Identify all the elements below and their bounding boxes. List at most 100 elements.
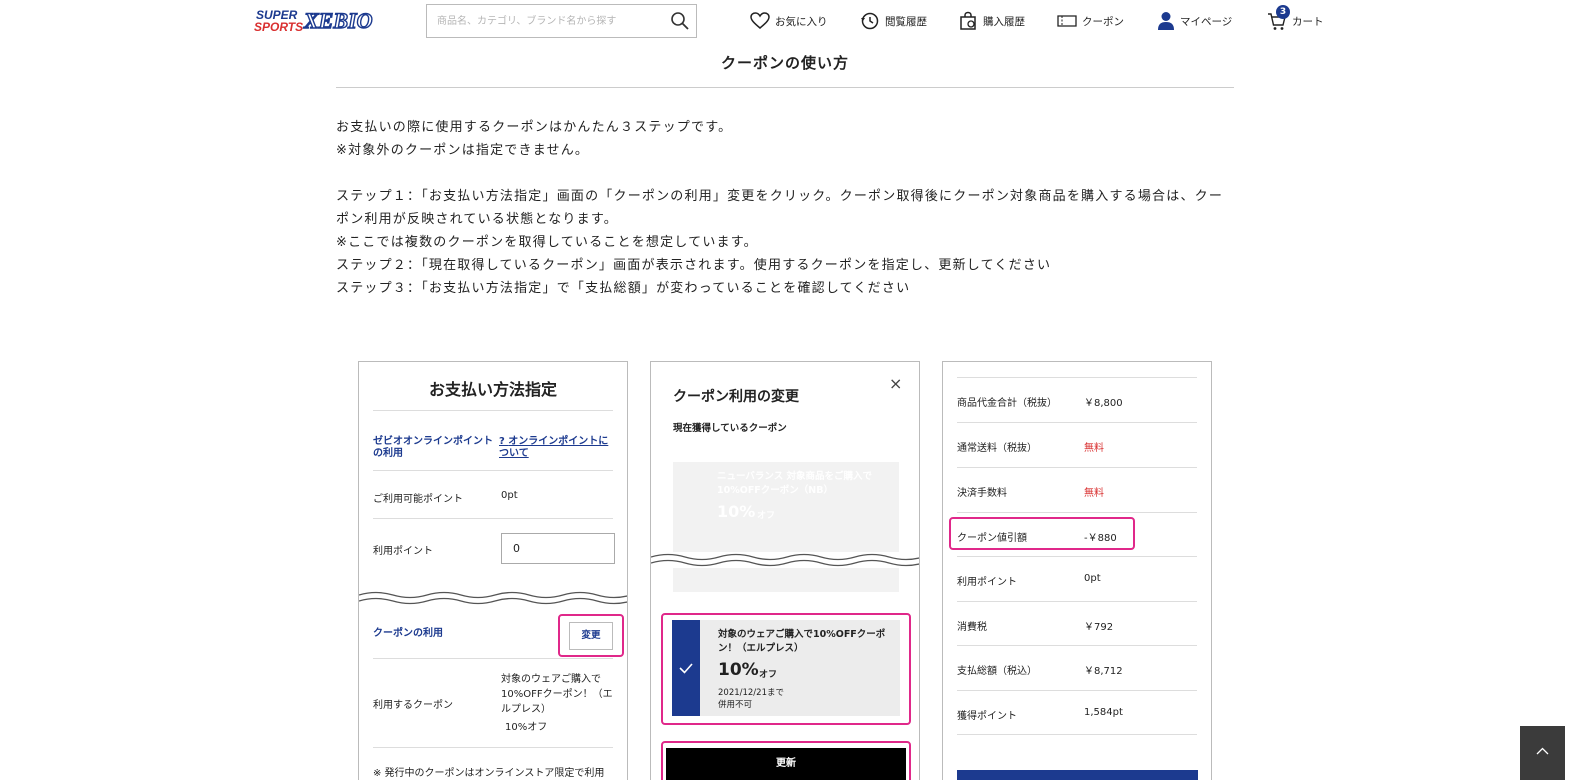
faded-coupon-title: ニューバランス 対象商品をご購入で10%OFFクーポン（NB） xyxy=(717,471,873,496)
summary-label: 通常送料（税抜） xyxy=(957,443,1037,454)
intro-line: ステップ３：「お支払い方法指定」で「支払総額」が変わっていることを確認してくださ… xyxy=(336,281,911,296)
summary-row: 商品代金合計（税抜） ￥8,800 xyxy=(957,377,1197,422)
p1-coupon-use-label: クーポンの利用 xyxy=(373,628,443,639)
summary-value: ￥792 xyxy=(1084,622,1114,633)
cart-count-badge: 3 xyxy=(1276,5,1290,19)
p2-subtitle: 現在獲得しているクーポン xyxy=(673,423,787,434)
summary-row: 通常送料（税抜） 無料 xyxy=(957,422,1197,467)
summary-value: 1,584pt xyxy=(1084,707,1123,718)
p1-coupon-value: 対象のウェアご購入で10%OFFクーポン！（エルプレス） xyxy=(501,674,613,715)
summary-row: 消費税 ￥792 xyxy=(957,601,1197,646)
faded-coupon-off: オフ xyxy=(757,511,776,521)
divider xyxy=(373,410,613,411)
divider xyxy=(373,747,613,748)
nav-cart-label: カート xyxy=(1292,15,1324,28)
summary-label: 利用ポイント xyxy=(957,577,1017,588)
close-icon[interactable]: × xyxy=(889,374,902,393)
nav-favorites-label: お気に入り xyxy=(775,15,828,28)
p2-update-button[interactable]: 更新 xyxy=(666,748,906,780)
p1-points-label: ゼビオオンラインポイントの利用 xyxy=(373,436,493,459)
summary-value: ￥8,712 xyxy=(1084,666,1123,677)
summary-label: 獲得ポイント xyxy=(957,711,1017,722)
summary-value: 0pt xyxy=(1084,573,1101,584)
summary-row: 利用ポイント 0pt xyxy=(957,556,1197,601)
intro-line: ※対象外のクーポンは指定できません。 xyxy=(336,143,590,158)
heart-icon xyxy=(750,12,770,29)
help-circle-icon: ? xyxy=(499,436,509,447)
step2-coupon-change-screenshot: クーポン利用の変更 × 現在獲得しているクーポン ニューバランス 対象商品をご購… xyxy=(650,361,920,780)
selected-coupon-title: 対象のウェアご購入で10%OFFクーポン！（エルプレス） xyxy=(718,629,886,654)
nav-mypage[interactable]: マイページ xyxy=(1157,10,1232,32)
p1-change-button[interactable]: 変更 xyxy=(569,622,613,650)
p1-note: ※ 発行中のクーポンはオンラインストア限定で利用 xyxy=(373,768,605,779)
nav-coupon[interactable]: クーポン xyxy=(1057,10,1124,32)
summary-label: 商品代金合計（税抜） xyxy=(957,398,1057,409)
nav-purchases-label: 購入履歴 xyxy=(983,15,1025,28)
cut-wave xyxy=(359,591,627,605)
step1-payment-screenshot: お支払い方法指定 ゼビオオンラインポイントの利用 ? オンラインポイントについて… xyxy=(358,361,628,780)
p1-points-help-link[interactable]: ? オンラインポイントについて xyxy=(499,436,617,460)
svg-text:SPORTS: SPORTS xyxy=(254,20,303,34)
nav-favorites[interactable]: お気に入り xyxy=(750,10,828,32)
shopping-bag-icon xyxy=(960,11,976,30)
site-header: SUPER SPORTS XEBIO お気に入り 閲覧履歴 購入履歴 クーポン … xyxy=(0,0,1572,42)
selected-coupon-note: 併用不可 xyxy=(718,700,753,710)
coupon-card-selected[interactable]: 対象のウェアご購入で10%OFFクーポン！（エルプレス） 10% オフ 2021… xyxy=(672,620,900,716)
intro-line xyxy=(336,162,1234,185)
intro-line: お支払いの際に使用するクーポンはかんたん３ステップです。 xyxy=(336,120,733,135)
nav-history[interactable]: 閲覧履歴 xyxy=(860,10,927,32)
coupon-card-faded[interactable]: ニューバランス 対象商品をご購入で10%OFFクーポン（NB） 10% オフ xyxy=(673,462,899,592)
p1-available-label: ご利用可能ポイント xyxy=(373,494,463,505)
search-input[interactable] xyxy=(427,5,657,37)
nav-mypage-label: マイページ xyxy=(1180,15,1233,28)
p1-available-value: 0pt xyxy=(501,490,518,501)
nav-purchases[interactable]: 購入履歴 xyxy=(958,10,1025,32)
summary-label: 決済手数料 xyxy=(957,488,1007,499)
summary-value: 無料 xyxy=(1084,443,1104,454)
coupon-selected-stripe xyxy=(672,620,700,716)
p2-title: クーポン利用の変更 xyxy=(673,389,799,405)
svg-text:XEBIO: XEBIO xyxy=(303,8,373,33)
p1-coupon-label: 利用するクーポン xyxy=(373,700,453,711)
intro-line: ステップ２：「現在取得しているクーポン」画面が表示されます。使用するクーポンを指… xyxy=(336,258,1052,273)
coupon-ticket-icon xyxy=(1057,15,1077,27)
highlight-box xyxy=(949,517,1135,550)
cut-wave xyxy=(651,552,919,568)
search-icon[interactable] xyxy=(670,11,690,31)
step3-payment-summary-screenshot: 商品代金合計（税抜） ￥8,800 通常送料（税抜） 無料 決済手数料 無料 ク… xyxy=(942,361,1212,780)
selected-coupon-expiry: 2021/12/21まで xyxy=(718,688,784,698)
selected-coupon-off: オフ xyxy=(759,670,778,680)
user-icon xyxy=(1158,12,1174,30)
summary-row: 獲得ポイント 1,584pt xyxy=(957,690,1197,735)
p1-title: お支払い方法指定 xyxy=(428,380,557,399)
p1-use-points-input[interactable]: 0 xyxy=(501,533,615,564)
summary-value: 無料 xyxy=(1084,488,1104,499)
site-logo[interactable]: SUPER SPORTS XEBIO xyxy=(254,6,392,34)
divider xyxy=(373,658,613,659)
faded-coupon-discount: 10% xyxy=(717,502,756,521)
checkmark-icon xyxy=(679,663,693,674)
p1-coupon-discount: 10%オフ xyxy=(505,722,548,733)
intro-text: お支払いの際に使用するクーポンはかんたん３ステップです。 ※対象外のクーポンは指… xyxy=(336,116,1234,300)
summary-row: 支払総額（税込） ￥8,712 xyxy=(957,645,1197,690)
intro-line: ※ここでは複数のクーポンを取得していることを想定しています。 xyxy=(336,235,758,250)
back-to-top-button[interactable] xyxy=(1520,726,1565,780)
nav-coupon-label: クーポン xyxy=(1082,15,1124,28)
summary-row: 決済手数料 無料 xyxy=(957,467,1197,512)
history-clock-icon xyxy=(861,12,879,30)
title-divider xyxy=(336,87,1234,88)
nav-history-label: 閲覧履歴 xyxy=(885,15,927,28)
page-title: クーポンの使い方 xyxy=(720,54,849,72)
p1-use-points-label: 利用ポイント xyxy=(373,546,433,557)
p1-points-help-label: オンラインポイントについて xyxy=(499,436,609,459)
divider xyxy=(373,470,613,471)
summary-label: 消費税 xyxy=(957,622,987,633)
confirm-button[interactable] xyxy=(957,770,1198,780)
summary-value: ￥8,800 xyxy=(1084,398,1123,409)
intro-line: ステップ１：「お支払い方法指定」画面の「クーポンの利用」変更をクリック。クーポン… xyxy=(336,189,1224,227)
chevron-up-icon xyxy=(1536,747,1549,755)
search-box[interactable] xyxy=(426,4,697,38)
divider xyxy=(373,518,613,519)
nav-cart[interactable]: 3 カート xyxy=(1267,5,1324,32)
summary-label: 支払総額（税込） xyxy=(957,666,1037,677)
